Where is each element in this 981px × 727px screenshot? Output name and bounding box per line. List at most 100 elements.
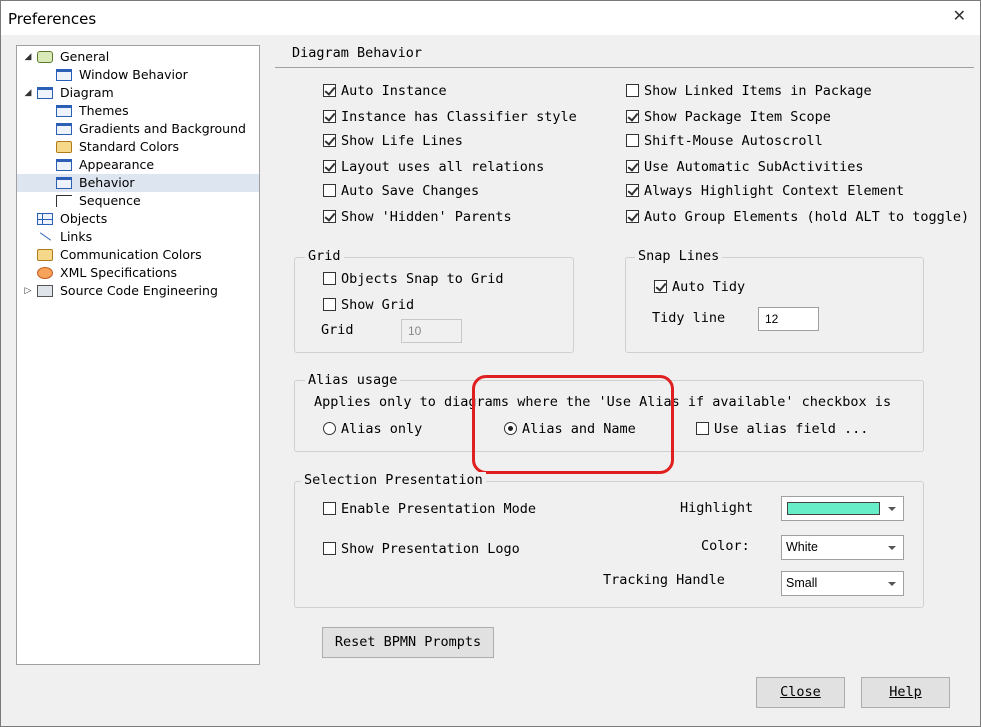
always-highlight-context-element-label: Always Highlight Context Element	[644, 183, 905, 199]
tidy-line-input[interactable]: 12	[758, 307, 819, 331]
close-window-icon[interactable]: ✕	[953, 6, 966, 25]
tree-item-label: Links	[60, 229, 93, 244]
show-linked-items-in-package-box[interactable]	[626, 84, 639, 97]
use-alias-field-box[interactable]	[696, 422, 709, 435]
close-button-label: Close	[780, 684, 821, 700]
diagram-icon	[37, 87, 53, 99]
selection-presentation-title: Selection Presentation	[301, 472, 486, 488]
show-package-item-scope-label: Show Package Item Scope	[644, 109, 831, 125]
tree-item-appearance[interactable]: Appearance	[17, 156, 259, 174]
auto-save-changes-box[interactable]	[323, 184, 336, 197]
use-alias-field-label: Use alias field ...	[714, 421, 869, 437]
tree-item-label: Themes	[79, 103, 129, 118]
alias-only-radio-button[interactable]	[323, 422, 336, 435]
objects-snap-to-grid-box[interactable]	[323, 272, 336, 285]
highlight-color-swatch	[787, 502, 880, 515]
color-select[interactable]: White	[781, 535, 904, 560]
tree-item-label: Behavior	[79, 175, 135, 190]
show-life-lines-label: Show Life Lines	[341, 133, 463, 149]
tree-item-label: Source Code Engineering	[60, 283, 218, 298]
tree-item-behavior[interactable]: Behavior	[17, 174, 259, 192]
color-select-value: White	[786, 540, 818, 554]
tidy-line-label: Tidy line	[652, 310, 726, 326]
tree-item-label: XML Specifications	[60, 265, 178, 280]
always-highlight-context-element-box[interactable]	[626, 184, 639, 197]
preferences-tree[interactable]: ◢ General Window Behavior ◢ Diagram Themes Gra…	[16, 45, 260, 665]
show-package-item-scope-box[interactable]	[626, 110, 639, 123]
tree-item-diagram[interactable]: ◢ Diagram	[17, 84, 259, 102]
code-icon	[37, 285, 53, 297]
chevron-down-icon	[888, 582, 896, 586]
alias-and-name-radio-button[interactable]	[504, 422, 517, 435]
section-divider	[275, 67, 974, 68]
title-bar: Preferences ✕	[1, 1, 980, 35]
chevron-down-icon	[888, 546, 896, 550]
objects-snap-to-grid-label: Objects Snap to Grid	[341, 271, 504, 287]
snap-lines-group	[625, 257, 924, 353]
tree-item-window-behavior[interactable]: Window Behavior	[17, 66, 259, 84]
use-automatic-subactivities-label: Use Automatic SubActivities	[644, 159, 864, 175]
tracking-handle-value: Small	[786, 576, 818, 590]
tree-item-themes[interactable]: Themes	[17, 102, 259, 120]
help-button-label: Help	[889, 684, 922, 700]
auto-save-changes-label: Auto Save Changes	[341, 183, 480, 199]
show-life-lines-box[interactable]	[323, 134, 336, 147]
help-button[interactable]: Help	[861, 677, 950, 708]
tracking-handle-select[interactable]: Small	[781, 571, 904, 596]
close-button[interactable]: Close	[756, 677, 845, 708]
show-hidden-parents-box[interactable]	[323, 210, 336, 223]
grid-size-input[interactable]: 10	[401, 319, 462, 343]
show-presentation-logo-label: Show Presentation Logo	[341, 541, 520, 557]
show-hidden-parents-label: Show 'Hidden' Parents	[341, 209, 512, 225]
window-icon	[56, 105, 72, 117]
tree-item-label: Sequence	[79, 193, 141, 208]
highlight-color-picker[interactable]	[781, 496, 904, 521]
reset-bpmn-prompts-button[interactable]: Reset BPMN Prompts	[322, 627, 494, 658]
section-title: Diagram Behavior	[292, 45, 423, 61]
gear-icon	[37, 51, 53, 63]
xml-icon	[37, 267, 53, 279]
instance-has-classifier-style-box[interactable]	[323, 110, 336, 123]
use-automatic-subactivities-box[interactable]	[626, 160, 639, 173]
tree-item-communication-colors[interactable]: Communication Colors	[17, 246, 259, 264]
shift-mouse-autoscroll-label: Shift-Mouse Autoscroll	[644, 133, 823, 149]
expander-icon[interactable]: ◢	[23, 52, 33, 62]
tree-item-label: Objects	[60, 211, 108, 226]
tree-item-label: Window Behavior	[79, 67, 188, 82]
alias-and-name-label: Alias and Name	[522, 421, 636, 437]
show-linked-items-in-package-label: Show Linked Items in Package	[644, 83, 872, 99]
tree-item-gradients-and-background[interactable]: Gradients and Background	[17, 120, 259, 138]
tree-item-xml-specifications[interactable]: XML Specifications	[17, 264, 259, 282]
reset-bpmn-prompts-label: Reset BPMN Prompts	[334, 634, 482, 650]
layout-uses-all-relations-box[interactable]	[323, 160, 336, 173]
tree-item-general[interactable]: ◢ General	[17, 48, 259, 66]
expander-icon[interactable]: ▷	[23, 286, 33, 296]
auto-instance-label: Auto Instance	[341, 83, 447, 99]
show-presentation-logo-box[interactable]	[323, 542, 336, 555]
objects-icon	[37, 213, 53, 225]
tree-item-label: Diagram	[60, 85, 114, 100]
tree-item-sequence[interactable]: Sequence	[17, 192, 259, 210]
auto-group-elements-hold-alt-to-toggle-label: Auto Group Elements (hold ALT to toggle)	[644, 209, 970, 225]
window-title: Preferences	[8, 10, 97, 28]
auto-tidy-label: Auto Tidy	[672, 279, 746, 295]
shift-mouse-autoscroll-box[interactable]	[626, 134, 639, 147]
auto-group-elements-hold-alt-to-toggle-box[interactable]	[626, 210, 639, 223]
auto-tidy-box[interactable]	[654, 280, 667, 293]
tree-item-links[interactable]: Links	[17, 228, 259, 246]
tree-item-label: Appearance	[79, 157, 155, 172]
auto-instance-box[interactable]	[323, 84, 336, 97]
tree-item-source-code-engineering[interactable]: ▷ Source Code Engineering	[17, 282, 259, 300]
tree-item-label: General	[60, 49, 110, 64]
tree-item-standard-colors[interactable]: Standard Colors	[17, 138, 259, 156]
show-grid-box[interactable]	[323, 298, 336, 311]
enable-presentation-mode-label: Enable Presentation Mode	[341, 501, 537, 517]
window-icon	[56, 123, 72, 135]
alias-usage-description: Applies only to diagrams where the 'Use …	[314, 394, 892, 410]
sequence-icon	[56, 195, 72, 207]
enable-presentation-mode-box[interactable]	[323, 502, 336, 515]
layout-uses-all-relations-label: Layout uses all relations	[341, 159, 545, 175]
tree-item-objects[interactable]: Objects	[17, 210, 259, 228]
chevron-down-icon	[888, 507, 896, 511]
expander-icon[interactable]: ◢	[23, 88, 33, 98]
